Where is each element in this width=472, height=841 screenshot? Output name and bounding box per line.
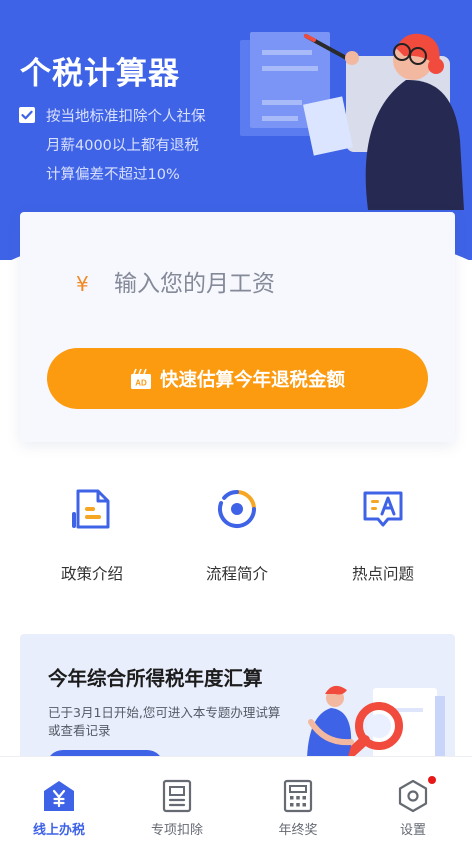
shortcut-label: 流程简介 — [205, 565, 268, 583]
woman-with-documents-illustration — [240, 32, 464, 210]
process-cycle-icon — [217, 489, 257, 529]
shortcut-label: 热点问题 — [351, 565, 414, 583]
page-title: 个税计算器 — [20, 56, 180, 92]
tab-label: 年终奖 — [278, 823, 318, 838]
check-icon — [19, 107, 35, 123]
tab-label: 线上办税 — [32, 823, 85, 838]
hero-bullet: 月薪4000以上都有退税 — [46, 138, 199, 154]
settings-hexagon-icon — [398, 779, 428, 813]
ad-badge-icon: AD — [130, 368, 151, 389]
tax-calculator-card: ¥ AD 快速估算今年退税金额 — [20, 212, 455, 442]
bottom-tab-bar: 线上办税 专项扣除 年终奖 设置 — [0, 756, 472, 841]
tab-label: 专项扣除 — [150, 823, 203, 838]
hero-bullet: 按当地标准扣除个人社保 — [46, 109, 206, 125]
home-yen-icon — [44, 781, 74, 811]
shortcut-grid: 政策介绍 流程简介 热点问题 — [0, 488, 472, 588]
tab-year-end-bonus[interactable]: 年终奖 — [239, 757, 357, 841]
document-icon — [72, 489, 110, 529]
estimate-refund-label: 快速估算今年退税金额 — [159, 369, 345, 391]
hero-bullet: 计算偏差不超过10% — [46, 167, 180, 183]
ad-badge-text: AD — [135, 378, 147, 387]
shortcut-policy-intro[interactable]: 政策介绍 — [32, 488, 152, 584]
shortcut-hot-questions[interactable]: 热点问题 — [323, 488, 443, 584]
calculator-icon — [283, 779, 313, 813]
shortcut-process-intro[interactable]: 流程简介 — [177, 488, 297, 584]
notification-dot — [428, 776, 436, 784]
tab-online-tax[interactable]: 线上办税 — [0, 757, 118, 841]
banner-title: 今年综合所得税年度汇算 — [48, 667, 263, 690]
tab-special-deduction[interactable]: 专项扣除 — [118, 757, 236, 841]
shortcut-label: 政策介绍 — [60, 565, 123, 583]
list-document-icon — [162, 779, 192, 813]
estimate-refund-button[interactable]: AD 快速估算今年退税金额 — [47, 348, 428, 409]
qa-chat-icon — [363, 491, 403, 527]
hero-bullet-list: 按当地标准扣除个人社保 月薪4000以上都有退税 计算偏差不超过10% — [46, 103, 206, 190]
banner-description: 已于3月1日开始,您可进入本专题办理试算或查看记录 — [48, 705, 281, 738]
tab-label: 设置 — [399, 823, 426, 838]
annual-settlement-banner[interactable]: 今年综合所得税年度汇算 已于3月1日开始,您可进入本专题办理试算或查看记录 — [20, 634, 455, 774]
monthly-salary-input[interactable] — [114, 264, 424, 304]
tab-settings[interactable]: 设置 — [354, 757, 472, 841]
currency-symbol: ¥ — [76, 272, 89, 296]
